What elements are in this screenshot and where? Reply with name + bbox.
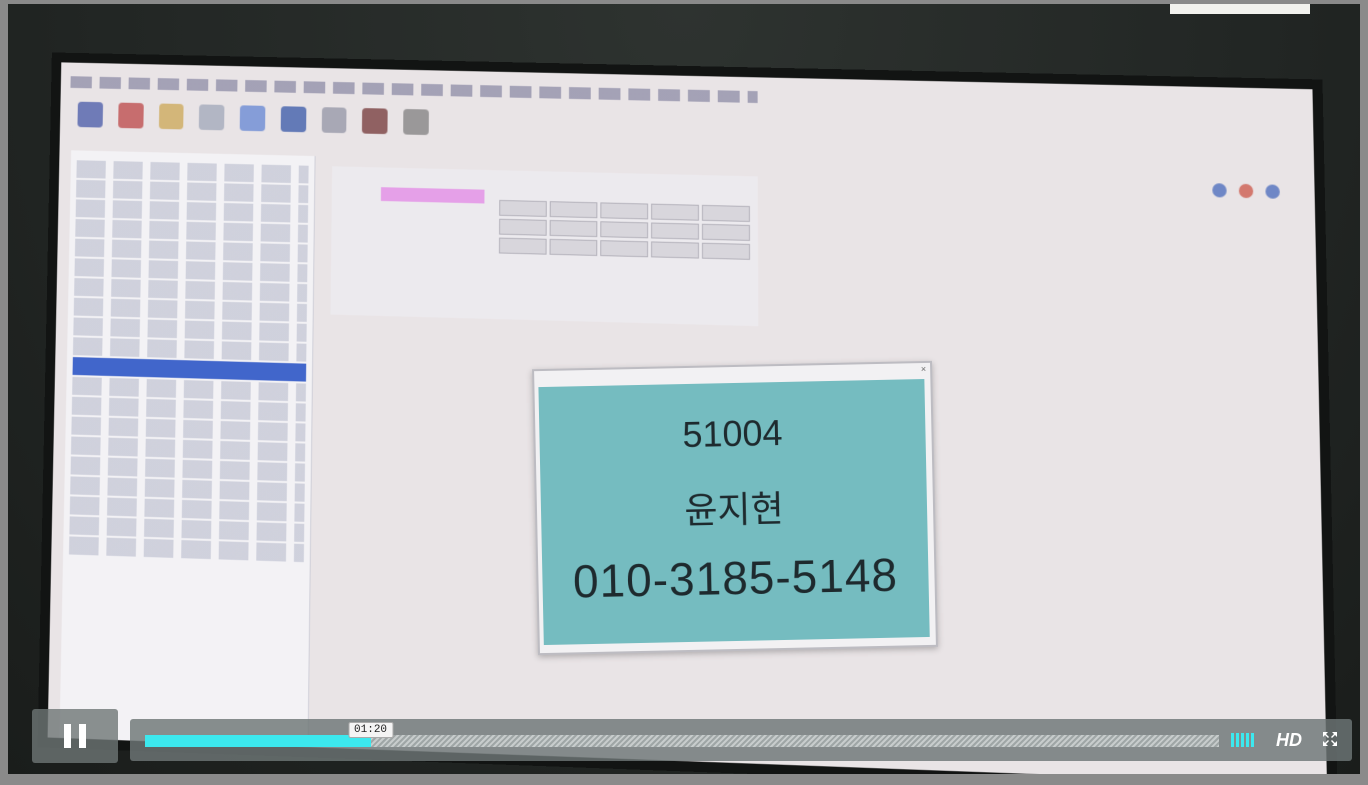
close-icon: × (920, 363, 927, 375)
caller-name: 윤지현 (683, 487, 785, 532)
caller-info: 51004 윤지현 010-3185-5148 (538, 379, 930, 646)
window-icons (1212, 183, 1280, 199)
person-icon (1265, 184, 1280, 199)
caller-id: 51004 (681, 411, 783, 456)
caller-phone: 010-3185-5148 (572, 548, 899, 608)
toolbar-icon (280, 106, 307, 133)
fullscreen-icon[interactable] (1322, 731, 1338, 747)
toolbar-icon (199, 104, 225, 131)
volume-bars-icon[interactable] (1231, 733, 1254, 747)
toolbar-icon (321, 107, 347, 134)
category-button-grid (498, 199, 751, 260)
toolbar-icon (77, 101, 103, 128)
customer-info-panel (330, 166, 759, 327)
time-tooltip: 01:20 (348, 722, 394, 738)
video-frame[interactable]: × 51004 윤지현 010-3185-5148 (8, 4, 1360, 774)
caller-popup-window: × 51004 윤지현 010-3185-5148 (532, 360, 938, 656)
app-menubar (70, 76, 758, 104)
progress-bar[interactable]: 01:20 (145, 722, 1219, 747)
player-control-bar: 01:20 HD (130, 719, 1352, 761)
pause-button[interactable] (32, 709, 118, 763)
exclamation-icon (1238, 183, 1254, 199)
call-list-panel (59, 150, 316, 748)
pause-icon (64, 724, 71, 748)
progress-fill (145, 735, 371, 747)
background-light (1170, 4, 1310, 14)
toolbar-icon (117, 102, 144, 129)
toolbar-icon (403, 108, 429, 136)
toolbar-icon (158, 103, 184, 130)
toolbar-icon (362, 108, 388, 135)
phone-field (380, 187, 485, 204)
hd-toggle-button[interactable]: HD (1276, 730, 1302, 751)
app-toolbar (77, 101, 429, 149)
globe-icon (1212, 183, 1227, 198)
toolbar-icon (239, 105, 266, 132)
